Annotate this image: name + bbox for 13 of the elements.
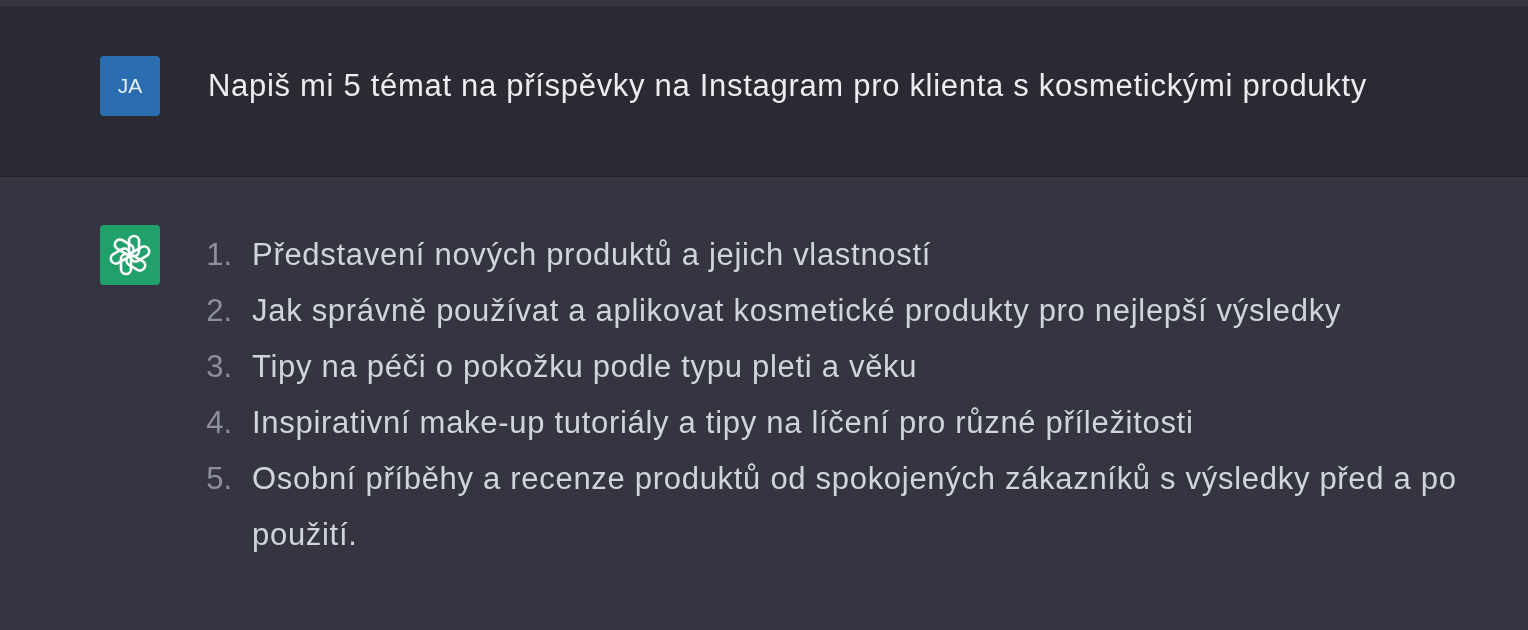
user-avatar: JA — [100, 56, 160, 116]
list-item-text: Tipy na péči o pokožku podle typu pleti a věku — [252, 348, 919, 386]
list-number: 3. — [205, 348, 232, 386]
list-number: 4. — [205, 404, 232, 442]
list-item-text: Představení nových produktů a jejich vlastností — [252, 236, 933, 274]
list-number: 2. — [205, 292, 232, 330]
user-message-text: Napiš mi 5 témat na příspěvky na Instagram pro klienta s kosmetickými produkty — [208, 67, 1367, 105]
list-item-text: Inspirativní make-up tutoriály a tipy na líčení pro různé příležitosti — [252, 404, 1195, 442]
list-number: 1. — [205, 236, 232, 274]
knot-logo-icon — [100, 225, 160, 285]
list-item-text: Osobní příběhy a recenze produktů od spokojených zákazníků s výsledky před a po použití. — [252, 460, 1458, 554]
list-item-text: Jak správně používat a aplikovat kosmetické produkty pro nejlepší výsledky — [252, 292, 1343, 330]
list-number: 5. — [205, 460, 232, 498]
